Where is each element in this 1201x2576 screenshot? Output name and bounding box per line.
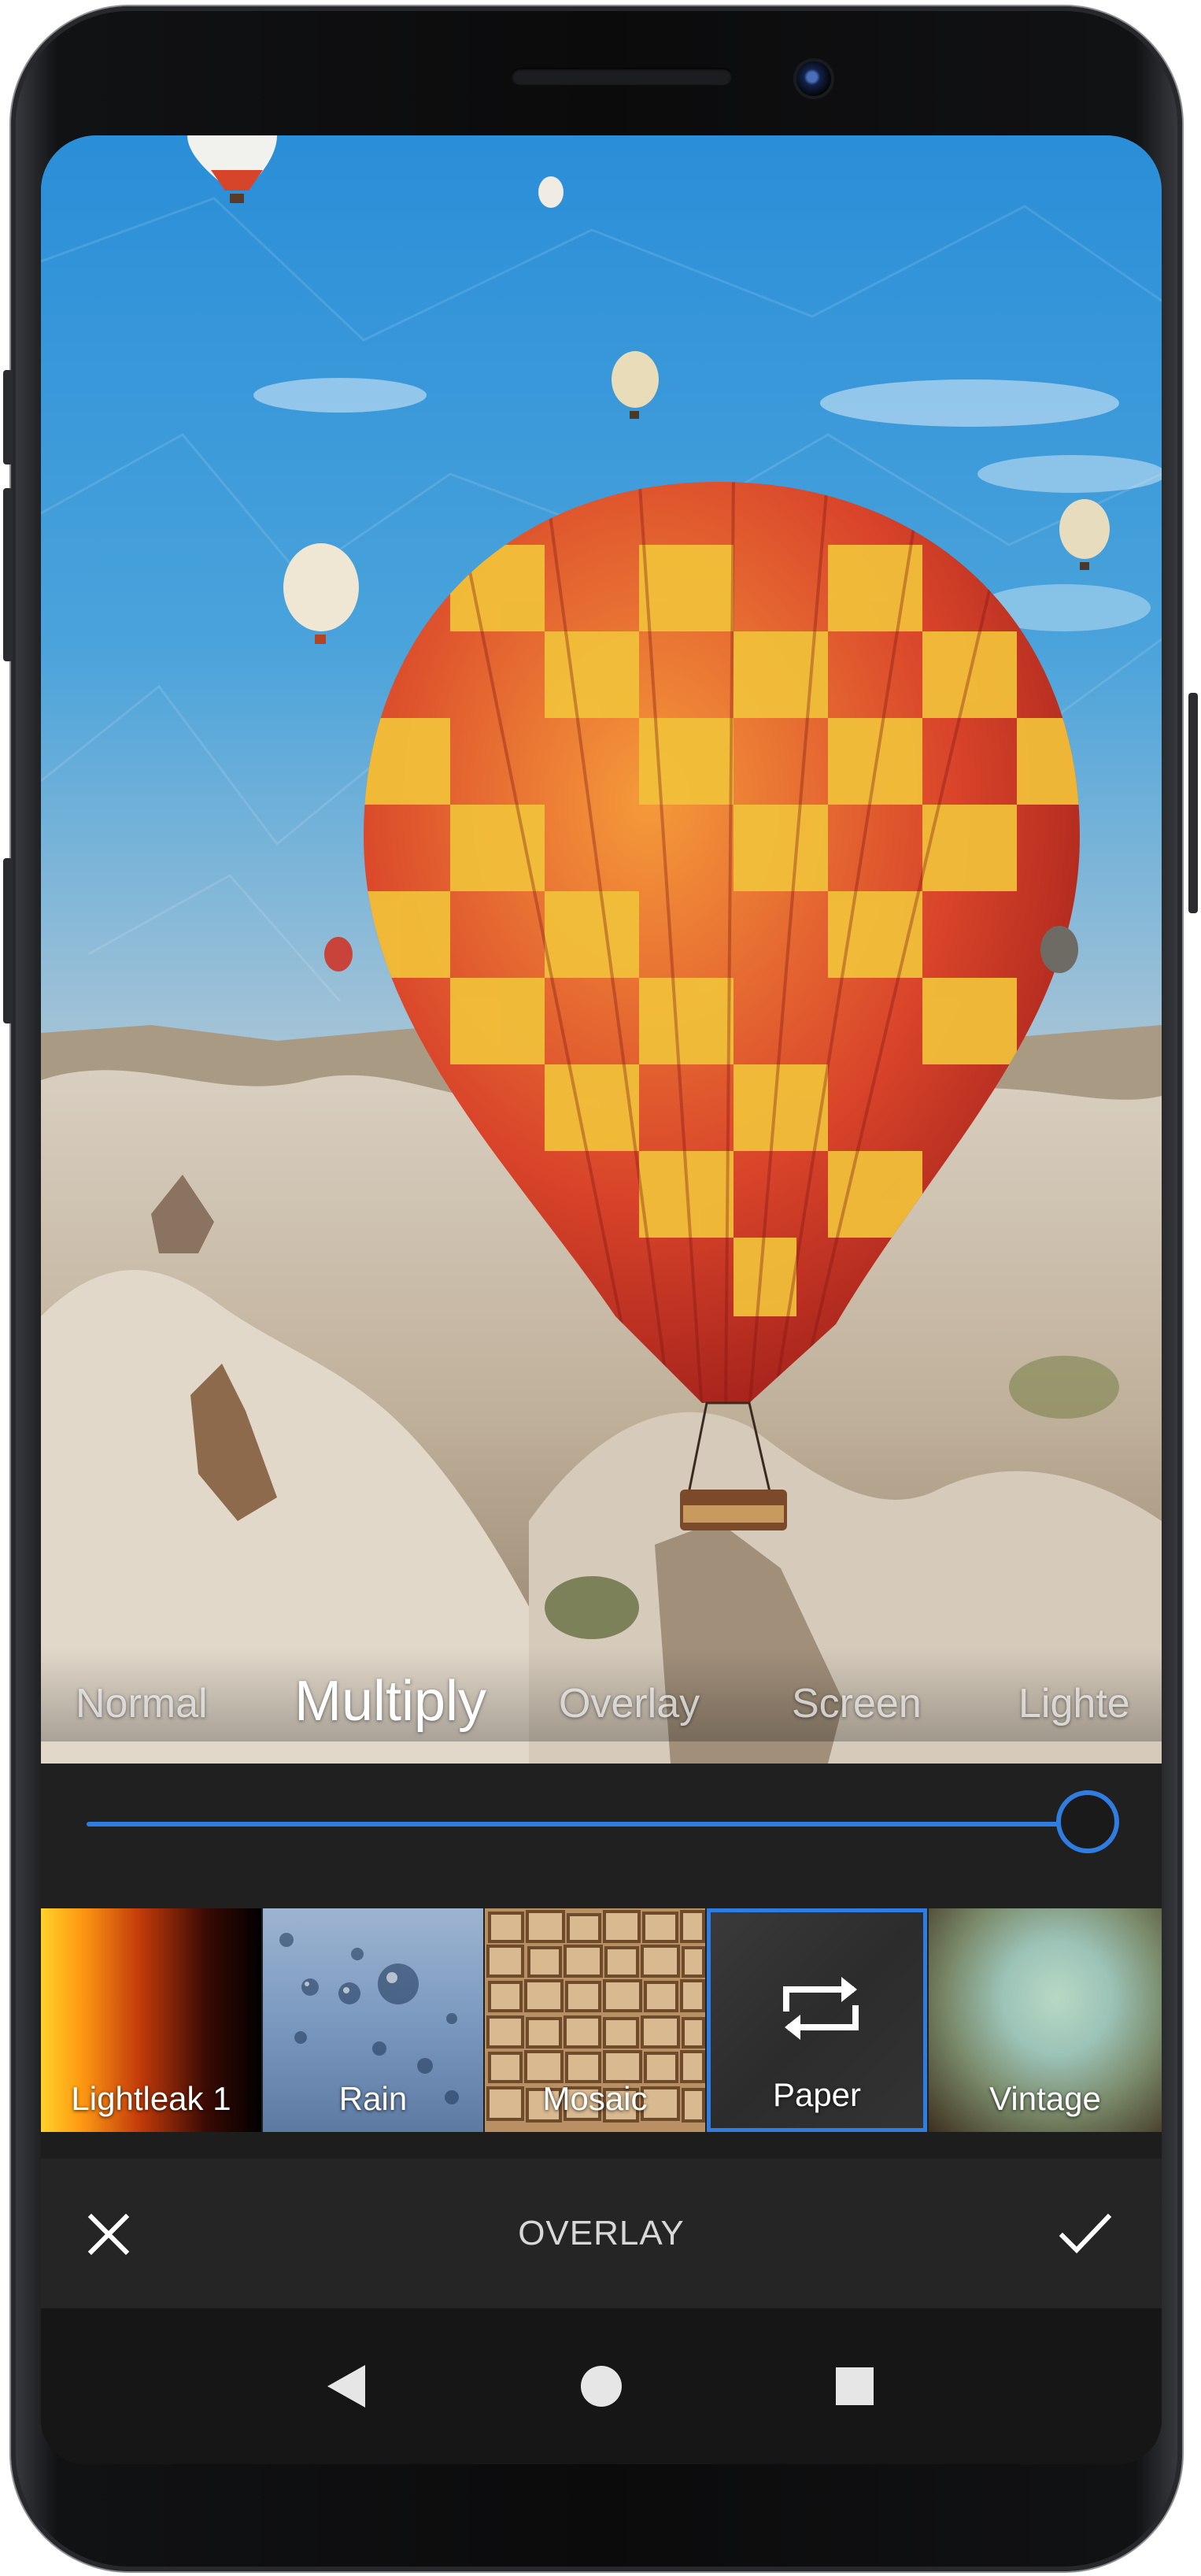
overlay-label: Mosaic (542, 2080, 648, 2117)
overlay-toolbar: OVERLAY (41, 2159, 1162, 2308)
blend-mode-normal[interactable]: Normal (76, 1680, 208, 1727)
check-icon[interactable] (1058, 2211, 1113, 2258)
power-button (1188, 693, 1198, 913)
overlay-label: Vintage (989, 2080, 1101, 2117)
swap-icon (783, 1977, 859, 2040)
back-triangle-icon (327, 2365, 365, 2408)
nav-home-button[interactable] (523, 2308, 680, 2464)
overlay-thumb-mosaic[interactable]: Mosaic (485, 1908, 705, 2132)
nav-recents-button[interactable] (776, 2308, 933, 2464)
slider-track[interactable] (87, 1822, 1116, 1827)
blend-mode-screen[interactable]: Screen (792, 1680, 922, 1727)
nav-back-button[interactable] (269, 2308, 427, 2464)
photo-canvas[interactable]: Normal Multiply Overlay Screen Lighte (41, 135, 1162, 1764)
blend-mode-overlay[interactable]: Overlay (559, 1680, 700, 1727)
screen: Normal Multiply Overlay Screen Lighte Li… (41, 135, 1162, 2464)
bixby-button (3, 488, 13, 661)
system-navigation-bar (41, 2308, 1162, 2464)
overlay-thumb-rain[interactable]: Rain (263, 1908, 483, 2132)
overlay-thumb-lightleak[interactable]: Lightleak 1 (41, 1908, 261, 2132)
slider-thumb[interactable] (1056, 1790, 1119, 1853)
blend-mode-multiply[interactable]: Multiply (294, 1669, 486, 1734)
overlay-thumb-paper[interactable]: Paper (707, 1908, 927, 2132)
overlay-thumbnail-strip: Lightleak 1 Rain Mosaic Paper Vintage (41, 1908, 1162, 2132)
overlay-label: Rain (338, 2080, 408, 2117)
overlay-label: Lightleak 1 (71, 2080, 231, 2117)
photo-illustration (41, 135, 1162, 1764)
overlay-thumb-vintage[interactable]: Vintage (929, 1908, 1162, 2132)
overlay-label: Paper (772, 2076, 862, 2113)
blend-mode-lighten[interactable]: Lighte (1018, 1680, 1130, 1727)
recents-square-icon (836, 2367, 874, 2405)
volume-down-button (3, 858, 13, 1023)
home-circle-icon (581, 2366, 622, 2407)
front-camera (796, 61, 831, 96)
volume-button (3, 370, 13, 464)
earpiece-speaker (512, 68, 732, 85)
opacity-slider-panel (41, 1764, 1162, 1908)
toolbar-title: OVERLAY (518, 2214, 685, 2252)
blend-mode-selector[interactable]: Normal Multiply Overlay Screen Lighte (41, 1647, 1162, 1741)
